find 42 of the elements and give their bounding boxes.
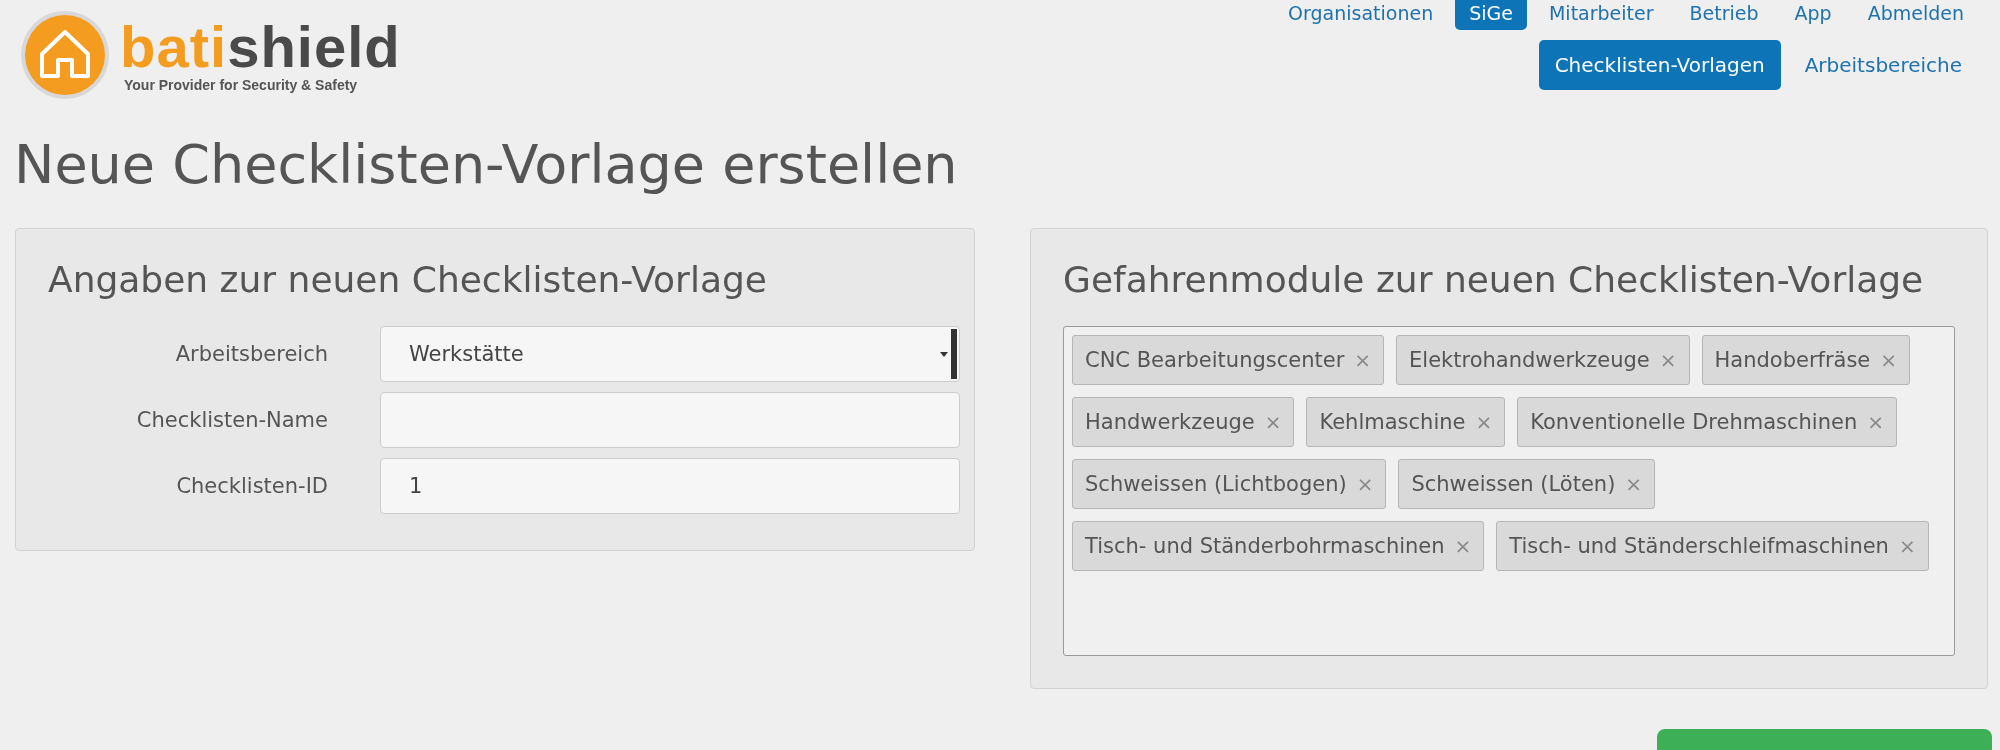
- house-logo-icon: [20, 10, 110, 100]
- remove-icon[interactable]: ×: [1264, 410, 1282, 434]
- subnav-link[interactable]: Checklisten-Vorlagen: [1538, 40, 1781, 90]
- field-label: Checklisten-Name: [135, 408, 328, 432]
- module-tag[interactable]: Tisch- und Ständerschleifmaschinen ×: [1496, 521, 1929, 571]
- input-field[interactable]: [380, 392, 960, 448]
- module-tag[interactable]: Schweissen (Lichtbogen) ×: [1072, 459, 1387, 509]
- module-tag[interactable]: CNC Bearbeitungscenter ×: [1072, 335, 1385, 385]
- module-tag[interactable]: Elektrohandwerkzeuge ×: [1396, 335, 1690, 385]
- remove-icon[interactable]: ×: [1659, 348, 1677, 372]
- module-tag[interactable]: Tisch- und Ständerbohrmaschinen ×: [1072, 521, 1485, 571]
- module-tag[interactable]: Kehlmaschine ×: [1306, 397, 1506, 447]
- module-tag[interactable]: Handoberfräse ×: [1701, 335, 1911, 385]
- remove-icon[interactable]: ×: [1354, 348, 1372, 372]
- panel-title: Angaben zur neuen Checklisten-Vorlage: [48, 259, 768, 300]
- field-label: Checklisten-ID: [175, 474, 328, 498]
- module-tag[interactable]: Schweissen (Löten) ×: [1398, 459, 1656, 509]
- input-field[interactable]: 1: [380, 458, 960, 514]
- module-tag[interactable]: Konventionelle Drehmaschinen ×: [1517, 397, 1897, 447]
- tag-input-field[interactable]: [1063, 326, 1955, 656]
- remove-icon[interactable]: ×: [1356, 472, 1374, 496]
- page-title: Neue Checklisten-Vorlage erstellen: [14, 140, 959, 198]
- subnav-link[interactable]: Arbeitsbereiche: [1788, 40, 1978, 90]
- remove-icon[interactable]: ×: [1898, 534, 1916, 558]
- remove-icon[interactable]: ×: [1625, 472, 1643, 496]
- remove-icon[interactable]: ×: [1475, 410, 1493, 434]
- panel-title: Gefahrenmodule zur neuen Checklisten-Vorlage: [1063, 259, 1925, 300]
- remove-icon[interactable]: ×: [1454, 534, 1472, 558]
- remove-icon[interactable]: ×: [1867, 410, 1884, 434]
- nav-link[interactable]: Mitarbeiter: [1534, 0, 1668, 30]
- nav-link[interactable]: Organisationen: [1274, 0, 1448, 30]
- nav-link[interactable]: App: [1780, 0, 1846, 30]
- field-label: Arbeitsbereich: [174, 342, 328, 366]
- module-tag[interactable]: Handwerkzeuge ×: [1072, 397, 1295, 447]
- nav-link[interactable]: Abmelden: [1853, 0, 1978, 30]
- nav-link[interactable]: SiGe: [1455, 0, 1527, 30]
- select-field[interactable]: Werkstätte: [380, 326, 960, 382]
- nav-link[interactable]: Betrieb: [1675, 0, 1773, 30]
- remove-icon[interactable]: ×: [1880, 348, 1898, 372]
- tagline: Your Provider for Security & Safety: [124, 77, 359, 93]
- caret-icon: [937, 327, 959, 381]
- brand-name: batishield: [120, 17, 401, 77]
